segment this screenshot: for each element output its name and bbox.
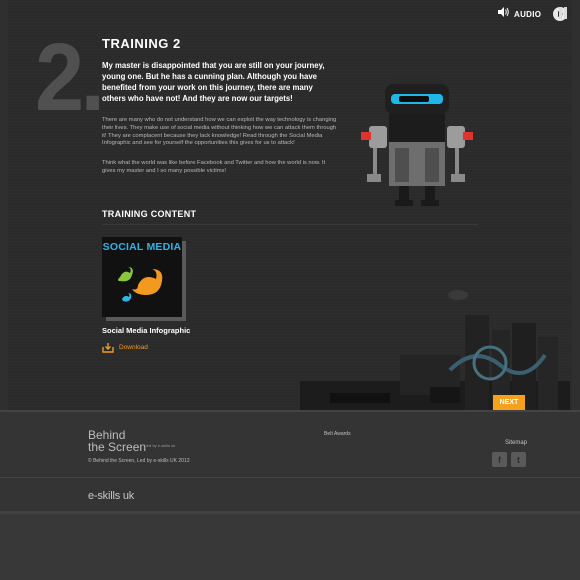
eskills-logo[interactable]: e-skills uk	[88, 490, 134, 502]
training-content-heading: TRAINING CONTENT	[102, 209, 197, 219]
divider	[102, 224, 478, 225]
lead-paragraph: My master is disappointed that you are s…	[102, 61, 325, 103]
download-label: Download	[119, 344, 148, 351]
city-silhouette-illustration	[300, 290, 570, 410]
body-paragraph-2: Think what the world was like before Fac…	[102, 160, 326, 174]
next-button[interactable]: NEXT	[493, 395, 525, 410]
download-icon	[102, 343, 114, 353]
awards-link[interactable]: BeIt Awards	[324, 431, 351, 437]
infographic-thumbnail[interactable]: SOCIAL MEDIA	[102, 237, 182, 317]
pause-icon	[559, 7, 562, 19]
sitemap-link[interactable]: Sitemap	[505, 440, 527, 446]
pause-button[interactable]	[558, 7, 568, 19]
robot-illustration	[361, 76, 473, 206]
facebook-icon[interactable]: f	[492, 452, 507, 467]
step-number: 2.	[35, 24, 105, 131]
twitter-icon[interactable]: t	[511, 452, 526, 467]
body-paragraph-1: There are many who do not understand how…	[102, 117, 337, 147]
infographic-title: Social Media Infographic	[102, 326, 191, 335]
download-link[interactable]: Download	[102, 342, 148, 353]
footer-divider	[0, 410, 580, 412]
behind-the-screen-logo[interactable]: Behind the Screen led by e-skills uk	[88, 429, 175, 453]
copyright-text: © Behind the Screen, Led by e-skills UK …	[88, 458, 190, 464]
speaker-icon[interactable]	[497, 5, 510, 23]
audio-controls: AUDIO	[497, 5, 568, 23]
footer-divider-2	[0, 477, 580, 478]
page-title: TRAINING 2	[102, 36, 181, 51]
audio-label: AUDIO	[514, 9, 542, 19]
bird-icon	[118, 267, 163, 302]
page-bottom	[0, 514, 580, 580]
